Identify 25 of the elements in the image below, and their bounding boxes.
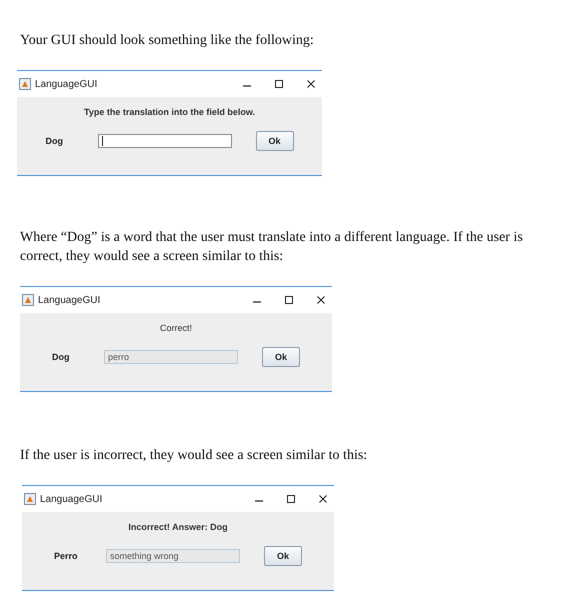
app-icon bbox=[22, 294, 34, 306]
paragraph: Where “Dog” is a word that the user must translate into a different language. If the user is correct, they would see a screen similar to this: bbox=[20, 229, 524, 266]
app-icon bbox=[19, 78, 31, 90]
maximize-icon[interactable] bbox=[274, 79, 284, 89]
word-label: Dog bbox=[46, 136, 64, 146]
app-icon bbox=[24, 493, 36, 505]
ok-button[interactable]: Ok bbox=[264, 546, 302, 566]
message-label: Type the translation into the field below. bbox=[84, 107, 255, 117]
input-field[interactable] bbox=[98, 134, 232, 148]
intro-text: Your GUI should look something like the following: bbox=[20, 32, 315, 50]
ok-button[interactable]: Ok bbox=[256, 131, 294, 151]
ok-button[interactable]: Ok bbox=[262, 347, 300, 367]
paragraph: If the user is incorrect, they would see a screen similar to this: bbox=[20, 447, 368, 465]
word-label: Perro bbox=[54, 551, 79, 561]
window-title: LanguageGUI bbox=[40, 494, 104, 504]
close-icon[interactable] bbox=[306, 79, 316, 89]
message-label: Correct! bbox=[160, 323, 192, 333]
message-label: Incorrect! Answer: Dog bbox=[128, 522, 228, 532]
maximize-icon[interactable] bbox=[286, 494, 296, 504]
word-label: Dog bbox=[52, 352, 70, 362]
close-icon[interactable] bbox=[316, 295, 326, 305]
maximize-icon[interactable] bbox=[284, 295, 294, 305]
close-icon[interactable] bbox=[318, 494, 328, 504]
window-title: LanguageGUI bbox=[35, 78, 98, 90]
window-title: LanguageGUI bbox=[38, 294, 102, 306]
